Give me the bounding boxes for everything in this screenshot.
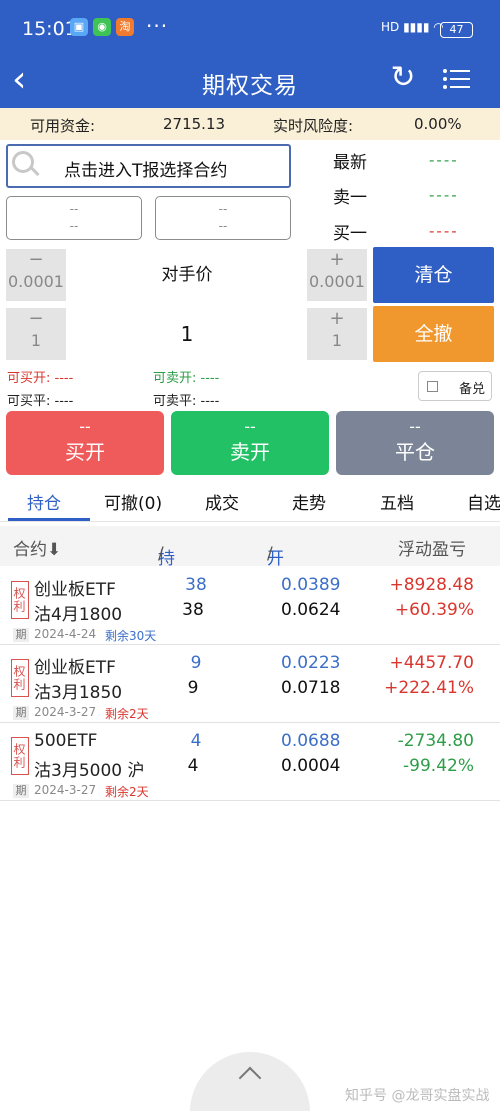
quote-latest-value: ---- xyxy=(429,151,459,169)
days-remaining: 剩余2天 xyxy=(105,707,149,721)
position-qty: 9 xyxy=(190,653,202,673)
expiry-tag: 期 xyxy=(13,706,29,720)
quote-bid-value: ---- xyxy=(429,222,459,240)
sell-open-button[interactable]: -- 卖开 xyxy=(171,411,329,475)
current-price: 0.0624 xyxy=(281,600,341,620)
floating-pnl: +4457.70 xyxy=(389,653,474,673)
pnl-percent: +222.41% xyxy=(384,678,474,698)
wechat-icon: ◉ xyxy=(93,18,111,36)
status-bar: 15:01 ▣ ◉ 淘 ··· HD ▮▮▮▮ ◠ 47 xyxy=(0,0,500,58)
menu-list-icon[interactable] xyxy=(443,64,472,89)
expiry-tag: 期 xyxy=(13,784,29,798)
tab-five-levels[interactable]: 五档 xyxy=(380,489,414,514)
table-row[interactable]: 权利 500ETF 沽3月5000 沪 期 2024-3-27 剩余2天 4 4… xyxy=(0,723,500,801)
funds-bar: 可用资金: 2715.13 实时风险度: 0.00% xyxy=(0,108,500,140)
position-qty: 38 xyxy=(185,575,207,595)
price-box-left[interactable]: -- -- xyxy=(6,196,142,240)
table-header: 合约⬇ 持仓/可用 开仓价/现价 浮动盈亏 xyxy=(0,526,500,619)
qty-decrease-button[interactable]: − 1 xyxy=(6,308,66,360)
network-signal-icon: HD ▮▮▮▮ ◠ xyxy=(381,20,444,34)
contract-name: 500ETF xyxy=(34,731,98,751)
tab-positions[interactable]: 持仓 xyxy=(27,489,61,514)
expand-panel-button[interactable] xyxy=(190,1052,310,1111)
quote-latest-label: 最新 xyxy=(333,153,367,173)
chevron-up-icon xyxy=(238,1066,262,1090)
active-tab-indicator xyxy=(8,518,90,521)
tab-bar: 持仓 可撤(0) 成交 走势 五档 自选 xyxy=(0,480,500,522)
available-buy-open: 可买开: ---- xyxy=(7,371,74,386)
risk-label: 实时风险度: xyxy=(273,117,354,135)
expiry-tag: 期 xyxy=(13,628,29,642)
search-icon xyxy=(12,151,34,173)
table-row[interactable]: 权利 创业板ETF 沽4月1800 期 2024-4-24 剩余30天 38 3… xyxy=(0,567,500,645)
cancel-all-button[interactable]: 全撤 xyxy=(373,306,494,362)
position-qty: 4 xyxy=(190,731,202,751)
tab-trend[interactable]: 走势 xyxy=(292,489,326,514)
pnl-percent: +60.39% xyxy=(394,600,474,620)
col-pnl: 浮动盈亏 xyxy=(398,540,466,560)
floating-pnl: +8928.48 xyxy=(389,575,474,595)
tab-cancellable[interactable]: 可撤(0) xyxy=(104,489,162,514)
rights-tag: 权利 xyxy=(11,737,29,775)
available-qty: 9 xyxy=(187,678,199,698)
tab-watchlist[interactable]: 自选 xyxy=(467,489,500,514)
open-price: 0.0389 xyxy=(281,575,341,595)
expiry-date: 2024-4-24 xyxy=(34,627,97,641)
rights-tag: 权利 xyxy=(11,659,29,697)
checkbox-icon xyxy=(427,381,438,392)
available-buy-close: 可买平: ---- xyxy=(7,394,74,409)
covered-checkbox[interactable]: 备兑 xyxy=(418,371,492,401)
pnl-percent: -99.42% xyxy=(403,756,474,776)
app-screen: 15:01 ▣ ◉ 淘 ··· HD ▮▮▮▮ ◠ 47 ‹ 期权交易 ↻ 可用… xyxy=(0,0,500,1111)
available-sell-open: 可卖开: ---- xyxy=(153,371,220,386)
available-funds-value: 2715.13 xyxy=(163,115,226,133)
app-notification-icon: 淘 xyxy=(116,18,134,36)
quantity-input[interactable]: 1 xyxy=(68,308,306,360)
watermark: 知乎号 @龙哥实盘实战 xyxy=(345,1088,490,1104)
available-qty: 38 xyxy=(182,600,204,620)
quote-ask-value: ---- xyxy=(429,186,459,204)
close-position-button[interactable]: -- 平仓 xyxy=(336,411,494,475)
clear-positions-button[interactable]: 清仓 xyxy=(373,247,494,303)
status-time: 15:01 xyxy=(22,18,77,40)
expiry-date: 2024-3-27 xyxy=(34,705,97,719)
table-row[interactable]: 权利 创业板ETF 沽3月1850 期 2024-3-27 剩余2天 9 9 0… xyxy=(0,645,500,723)
contract-search-input[interactable]: 点击进入T报选择合约 xyxy=(6,144,291,188)
message-app-icon: ▣ xyxy=(70,18,88,36)
quote-ask-label: 卖一 xyxy=(333,188,367,208)
qty-increase-button[interactable]: + 1 xyxy=(307,308,367,360)
available-funds-label: 可用资金: xyxy=(30,117,96,135)
app-header: ‹ 期权交易 ↻ xyxy=(0,58,500,108)
rights-tag: 权利 xyxy=(11,581,29,619)
search-placeholder: 点击进入T报选择合约 xyxy=(64,161,228,181)
col-contract[interactable]: 合约⬇ xyxy=(13,535,61,560)
price-type-field[interactable]: 对手价 xyxy=(68,249,306,301)
contract-detail: 沽4月1800 xyxy=(34,605,123,625)
battery-icon: 47 xyxy=(440,22,473,38)
contract-detail: 沽3月1850 xyxy=(34,683,123,703)
quote-bid-label: 买一 xyxy=(333,224,367,244)
tab-trades[interactable]: 成交 xyxy=(205,489,239,514)
page-title: 期权交易 xyxy=(202,73,298,99)
current-price: 0.0718 xyxy=(281,678,341,698)
current-price: 0.0004 xyxy=(281,756,341,776)
days-remaining: 剩余30天 xyxy=(105,629,157,643)
floating-pnl: -2734.80 xyxy=(397,731,474,751)
buy-open-button[interactable]: -- 买开 xyxy=(6,411,164,475)
contract-name: 创业板ETF xyxy=(34,580,116,600)
expiry-date: 2024-3-27 xyxy=(34,783,97,797)
contract-detail: 沽3月5000 沪 xyxy=(34,761,145,781)
more-notifications-icon: ··· xyxy=(146,14,169,38)
contract-name: 创业板ETF xyxy=(34,658,116,678)
price-increase-button[interactable]: + 0.0001 xyxy=(307,249,367,301)
available-sell-close: 可卖平: ---- xyxy=(153,394,220,409)
price-box-right[interactable]: -- -- xyxy=(155,196,291,240)
refresh-icon[interactable]: ↻ xyxy=(386,60,420,95)
open-price: 0.0223 xyxy=(281,653,341,673)
risk-value: 0.00% xyxy=(414,115,462,133)
price-decrease-button[interactable]: − 0.0001 xyxy=(6,249,66,301)
open-price: 0.0688 xyxy=(281,731,341,751)
days-remaining: 剩余2天 xyxy=(105,785,149,799)
available-qty: 4 xyxy=(187,756,199,776)
